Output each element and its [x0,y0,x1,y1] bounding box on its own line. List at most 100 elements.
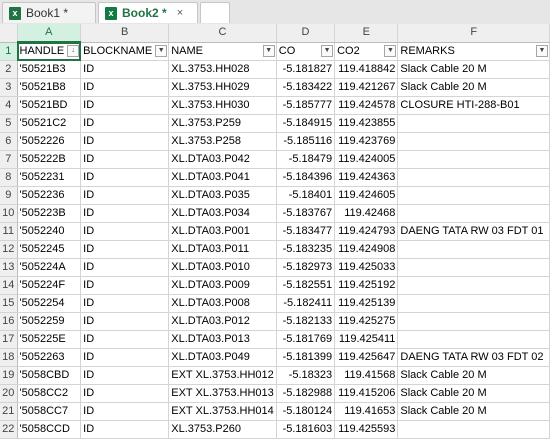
header-cell-co[interactable]: CO ▼ [276,42,336,61]
cell-remarks[interactable] [397,150,550,169]
cell-handle[interactable]: '5052263 [17,348,82,367]
cell-co2[interactable]: 119.424605 [334,186,399,205]
filter-dropdown-icon[interactable]: ▼ [155,44,168,57]
row-header[interactable]: 1 [0,42,18,61]
cell-blockname[interactable]: ID [80,384,170,403]
cell-blockname[interactable]: ID [80,294,170,313]
cell-handle[interactable]: '50521C2 [17,114,82,133]
row-header[interactable]: 18 [0,348,18,367]
cell-blockname[interactable]: ID [80,330,170,349]
row-header[interactable]: 12 [0,240,18,259]
cell-co[interactable]: -5.182411 [276,294,336,313]
cell-blockname[interactable]: ID [80,114,170,133]
row-header[interactable]: 21 [0,402,18,421]
cell-co[interactable]: -5.18479 [276,150,336,169]
cell-co2[interactable]: 119.425192 [334,276,399,295]
cell-remarks[interactable] [397,294,550,313]
cell-co[interactable]: -5.18323 [276,366,336,385]
row-header[interactable]: 4 [0,96,18,115]
row-header[interactable]: 22 [0,420,18,439]
row-header[interactable]: 15 [0,294,18,313]
cell-co2[interactable]: 119.425275 [334,312,399,331]
cell-blockname[interactable]: ID [80,240,170,259]
cell-name[interactable]: XL.3753.HH029 [168,78,277,97]
cell-blockname[interactable]: ID [80,312,170,331]
new-tab-button[interactable] [200,2,230,23]
header-cell-co2[interactable]: CO2 ▼ [334,42,399,61]
cell-handle[interactable]: '5052226 [17,132,82,151]
column-header-d[interactable]: D [276,24,336,43]
cell-remarks[interactable] [397,276,550,295]
cell-name[interactable]: XL.DTA03.P049 [168,348,277,367]
cell-handle[interactable]: '5052259 [17,312,82,331]
cell-blockname[interactable]: ID [80,78,170,97]
row-header[interactable]: 8 [0,168,18,187]
cell-remarks[interactable] [397,114,550,133]
cell-co[interactable]: -5.181769 [276,330,336,349]
cell-co2[interactable]: 119.424005 [334,150,399,169]
cell-name[interactable]: XL.DTA03.P012 [168,312,277,331]
cell-remarks[interactable]: Slack Cable 20 M [397,366,550,385]
filter-dropdown-icon[interactable]: ▼ [262,44,275,57]
cell-co[interactable]: -5.183767 [276,204,336,223]
cell-co2[interactable]: 119.423855 [334,114,399,133]
cell-blockname[interactable]: ID [80,420,170,439]
row-header[interactable]: 3 [0,78,18,97]
cell-co2[interactable]: 119.425411 [334,330,399,349]
cell-handle[interactable]: '505223B [17,204,82,223]
cell-blockname[interactable]: ID [80,186,170,205]
cell-co[interactable]: -5.181603 [276,420,336,439]
row-header[interactable]: 14 [0,276,18,295]
cell-blockname[interactable]: ID [80,150,170,169]
cell-co2[interactable]: 119.42468 [334,204,399,223]
cell-remarks[interactable] [397,312,550,331]
cell-name[interactable]: XL.DTA03.P042 [168,150,277,169]
cell-blockname[interactable]: ID [80,258,170,277]
cell-name[interactable]: EXT XL.3753.HH013 [168,384,277,403]
column-header-f[interactable]: F [397,24,550,43]
cell-blockname[interactable]: ID [80,276,170,295]
tab-book2[interactable]: x Book2 * × [98,2,198,23]
cell-name[interactable]: XL.DTA03.P011 [168,240,277,259]
cell-remarks[interactable]: Slack Cable 20 M [397,78,550,97]
cell-name[interactable]: XL.DTA03.P008 [168,294,277,313]
cell-name[interactable]: XL.DTA03.P034 [168,204,277,223]
cell-co[interactable]: -5.184915 [276,114,336,133]
cell-handle[interactable]: '5052254 [17,294,82,313]
column-header-a[interactable]: A [17,24,82,43]
cell-co2[interactable]: 119.421267 [334,78,399,97]
cell-name[interactable]: XL.DTA03.P001 [168,222,277,241]
row-header[interactable]: 13 [0,258,18,277]
cell-name[interactable]: XL.3753.HH028 [168,60,277,79]
cell-name[interactable]: XL.DTA03.P009 [168,276,277,295]
cell-co[interactable]: -5.183477 [276,222,336,241]
cell-blockname[interactable]: ID [80,348,170,367]
filter-dropdown-icon[interactable]: ▼ [536,44,548,57]
header-cell-name[interactable]: NAME ▼ [168,42,277,61]
cell-handle[interactable]: '5052240 [17,222,82,241]
row-header[interactable]: 10 [0,204,18,223]
column-header-b[interactable]: B [80,24,170,43]
tab-book1[interactable]: x Book1 * [2,2,96,23]
cell-remarks[interactable]: Slack Cable 20 M [397,60,550,79]
cell-handle[interactable]: '505224A [17,258,82,277]
close-icon[interactable]: × [177,7,183,19]
select-all-corner[interactable] [0,24,18,43]
header-cell-handle[interactable]: HANDLE ↓ [17,42,82,61]
cell-handle[interactable]: '505225E [17,330,82,349]
cell-co2[interactable]: 119.415206 [334,384,399,403]
cell-remarks[interactable]: CLOSURE HTI-288-B01 [397,96,550,115]
cell-name[interactable]: XL.DTA03.P013 [168,330,277,349]
cell-remarks[interactable] [397,330,550,349]
cell-remarks[interactable] [397,258,550,277]
cell-name[interactable]: XL.DTA03.P035 [168,186,277,205]
cell-handle[interactable]: '50521B3 [17,60,82,79]
cell-name[interactable]: XL.3753.P259 [168,114,277,133]
cell-co2[interactable]: 119.425593 [334,420,399,439]
cell-co2[interactable]: 119.41653 [334,402,399,421]
cell-co[interactable]: -5.182988 [276,384,336,403]
row-header[interactable]: 5 [0,114,18,133]
cell-name[interactable]: EXT XL.3753.HH012 [168,366,277,385]
cell-blockname[interactable]: ID [80,402,170,421]
cell-co[interactable]: -5.182551 [276,276,336,295]
